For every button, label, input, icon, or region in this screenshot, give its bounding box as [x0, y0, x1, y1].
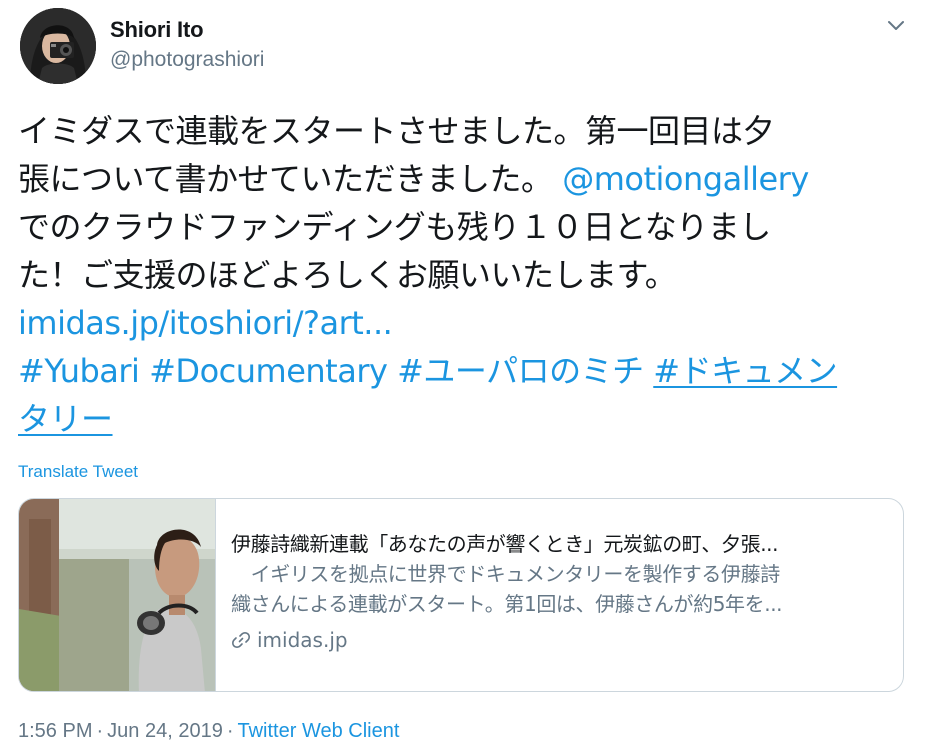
meta-separator: ·	[226, 720, 234, 742]
hashtag-link[interactable]: #Documentary	[149, 352, 388, 390]
tweet-meta: 1:56 PM · Jun 24, 2019 · Twitter Web Client	[18, 720, 399, 743]
tweet-text-line: でのクラウドファンディングも残り１０日となりまし	[18, 208, 771, 246]
card-body: 伊藤詩織新連載「あなたの声が響くとき」元炭鉱の町、夕張... イギリスを拠点に世…	[231, 529, 891, 655]
display-name[interactable]: Shiori Ito	[110, 17, 204, 43]
link-preview-card[interactable]: 伊藤詩織新連載「あなたの声が響くとき」元炭鉱の町、夕張... イギリスを拠点に世…	[18, 498, 904, 692]
tweet-text-line: 張について書かせていただきました。 @motiongallery	[18, 155, 898, 203]
tweet-text-line: #Yubari #Documentary #ユーパロのミチ #ドキュメン	[18, 347, 898, 395]
tweet-time[interactable]: 1:56 PM	[18, 720, 92, 742]
tweet-date[interactable]: Jun 24, 2019	[107, 720, 223, 742]
tweet-text-line: た！ご支援のほどよろしくお願いいたします。	[18, 256, 677, 294]
card-description-line: イギリスを拠点に世界でドキュメンタリーを製作する伊藤詩	[231, 562, 781, 586]
avatar-photo-icon	[20, 8, 96, 84]
card-description-line: 織さんによる連載がスタート。第1回は、伊藤さんが約5年を...	[231, 592, 783, 616]
tweet-text-line: タリー	[18, 395, 898, 443]
chevron-down-icon[interactable]	[884, 14, 908, 38]
card-domain: imidas.jp	[231, 625, 891, 655]
tweet-text-segment: 張について書かせていただきました。	[18, 160, 553, 198]
avatar[interactable]	[20, 8, 96, 84]
meta-separator: ·	[96, 720, 104, 742]
user-handle[interactable]: @photograshiori	[110, 48, 264, 72]
hashtag-link[interactable]: #Yubari	[18, 352, 140, 390]
mention-link[interactable]: @motiongallery	[562, 160, 809, 198]
card-description: イギリスを拠点に世界でドキュメンタリーを製作する伊藤詩 織さんによる連載がスター…	[231, 559, 891, 619]
link-icon	[232, 632, 250, 648]
hashtag-link[interactable]: #ユーパロのミチ	[397, 352, 644, 390]
card-image	[19, 499, 216, 691]
translate-tweet-button[interactable]: Translate Tweet	[18, 462, 138, 482]
url-link[interactable]: imidas.jp/itoshiori/?art...	[18, 304, 393, 342]
tweet-container: Shiori Ito @photograshiori イミダスで連載をスタートさ…	[0, 0, 929, 756]
tweet-text-line: imidas.jp/itoshiori/?art...	[18, 299, 898, 347]
tweet-text: イミダスで連載をスタートさせました。第一回目は夕 張について書かせていただきまし…	[18, 107, 898, 443]
card-domain-text: imidas.jp	[257, 628, 348, 652]
hashtag-link[interactable]: タリー	[18, 400, 113, 438]
tweet-client-link[interactable]: Twitter Web Client	[237, 720, 399, 742]
hashtag-link[interactable]: #ドキュメン	[653, 352, 837, 390]
card-title: 伊藤詩織新連載「あなたの声が響くとき」元炭鉱の町、夕張...	[231, 532, 779, 556]
tweet-text-line: イミダスで連載をスタートさせました。第一回目は夕	[18, 112, 775, 150]
